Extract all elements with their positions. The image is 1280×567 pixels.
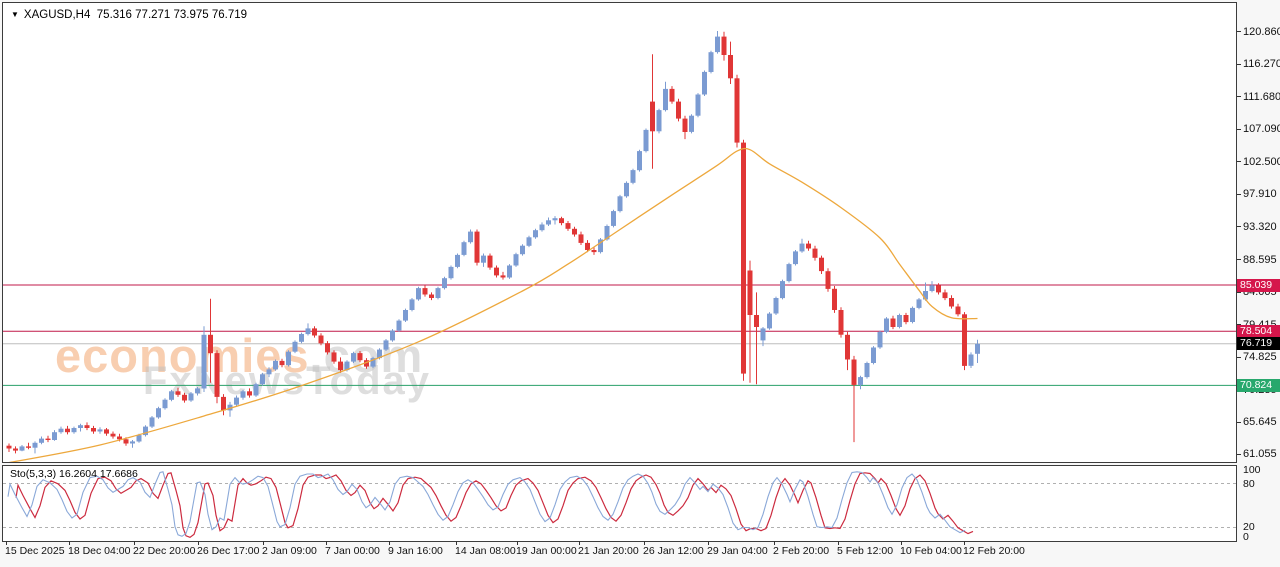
time-axis-label: 7 Jan 00:00 xyxy=(325,545,380,557)
price-axis-label: 79.415 xyxy=(1243,319,1277,331)
price-axis-tick xyxy=(1237,194,1241,195)
price-axis-tick xyxy=(1237,357,1241,358)
time-axis-label: 22 Dec 20:00 xyxy=(133,545,195,557)
price-axis-label: 84.005 xyxy=(1243,286,1277,298)
ohlc-values: 75.316 77.271 73.975 76.719 xyxy=(97,9,247,21)
price-axis-tick xyxy=(1237,259,1241,260)
price-axis-tick xyxy=(1237,31,1241,32)
current-price-tag: 76.719 xyxy=(1237,337,1280,350)
time-axis-label: 21 Jan 20:00 xyxy=(578,545,639,557)
price-axis-tick xyxy=(1237,389,1241,390)
price-axis-label: 120.860 xyxy=(1243,26,1280,38)
price-axis-label: 93.320 xyxy=(1243,221,1277,233)
price-axis-tick xyxy=(1237,161,1241,162)
stochastic-canvas[interactable] xyxy=(3,466,1236,541)
price-axis-tick xyxy=(1237,96,1241,97)
price-axis-label: 116.270 xyxy=(1243,58,1280,70)
time-axis-label: 18 Dec 04:00 xyxy=(68,545,130,557)
price-axis-label: 97.910 xyxy=(1243,188,1277,200)
price-axis-tick xyxy=(1237,226,1241,227)
price-axis-tick xyxy=(1237,292,1241,293)
time-axis-label: 15 Dec 2025 xyxy=(5,545,65,557)
price-level-tag: 78.504 xyxy=(1237,325,1280,338)
trading-chart-window: economies.com FxNewsToday ▼XAGUSD,H4 75.… xyxy=(0,0,1280,567)
time-axis-label: 5 Feb 12:00 xyxy=(837,545,893,557)
time-axis-label: 12 Feb 20:00 xyxy=(963,545,1025,557)
chart-title: ▼ XAGUSD,H4 75.316 77.271 73.975 76.719 xyxy=(11,9,247,21)
price-level-tag: 70.824 xyxy=(1237,379,1280,392)
time-axis-label: 26 Jan 12:00 xyxy=(643,545,704,557)
price-level-tag: 85.039 xyxy=(1237,279,1280,292)
price-axis-tick xyxy=(1237,454,1241,455)
price-axis-label: 70.235 xyxy=(1243,384,1277,396)
time-axis-label: 10 Feb 04:00 xyxy=(900,545,962,557)
price-axis-label: 74.825 xyxy=(1243,351,1277,363)
indicator-label: Sto(5,3,3) 16.2604 17.6686 xyxy=(10,468,138,480)
time-axis-label: 19 Jan 00:00 xyxy=(516,545,577,557)
time-axis-label: 14 Jan 08:00 xyxy=(455,545,516,557)
time-axis-label: 29 Jan 04:00 xyxy=(707,545,768,557)
symbol-timeframe: XAGUSD,H4 xyxy=(24,9,90,21)
price-axis-tick xyxy=(1237,422,1241,423)
price-axis-tick xyxy=(1237,324,1241,325)
price-axis-label: 102.500 xyxy=(1243,156,1280,168)
indicator-axis-label: 0 xyxy=(1243,531,1249,543)
indicator-axis-label: 20 xyxy=(1243,521,1255,533)
symbol-dropdown-icon[interactable]: ▼ xyxy=(11,10,19,19)
price-axis-label: 107.090 xyxy=(1243,123,1280,135)
price-chart-canvas[interactable] xyxy=(3,3,1236,462)
time-axis-label: 26 Dec 17:00 xyxy=(197,545,259,557)
price-axis-label: 111.680 xyxy=(1243,91,1280,103)
time-axis-label: 9 Jan 16:00 xyxy=(388,545,443,557)
indicator-axis-label: 100 xyxy=(1243,464,1261,476)
price-axis-tick xyxy=(1237,64,1241,65)
price-axis-label: 61.055 xyxy=(1243,448,1277,460)
price-axis-tick xyxy=(1237,129,1241,130)
price-chart-panel[interactable]: economies.com FxNewsToday ▼XAGUSD,H4 75.… xyxy=(2,2,1237,463)
price-axis-label: 65.645 xyxy=(1243,416,1277,428)
time-axis-label: 2 Jan 09:00 xyxy=(262,545,317,557)
time-axis-label: 2 Feb 20:00 xyxy=(773,545,829,557)
stochastic-panel[interactable]: Sto(5,3,3) 16.2604 17.6686 xyxy=(2,465,1237,542)
indicator-axis-label: 80 xyxy=(1243,478,1255,490)
price-axis-label: 88.595 xyxy=(1243,254,1277,266)
